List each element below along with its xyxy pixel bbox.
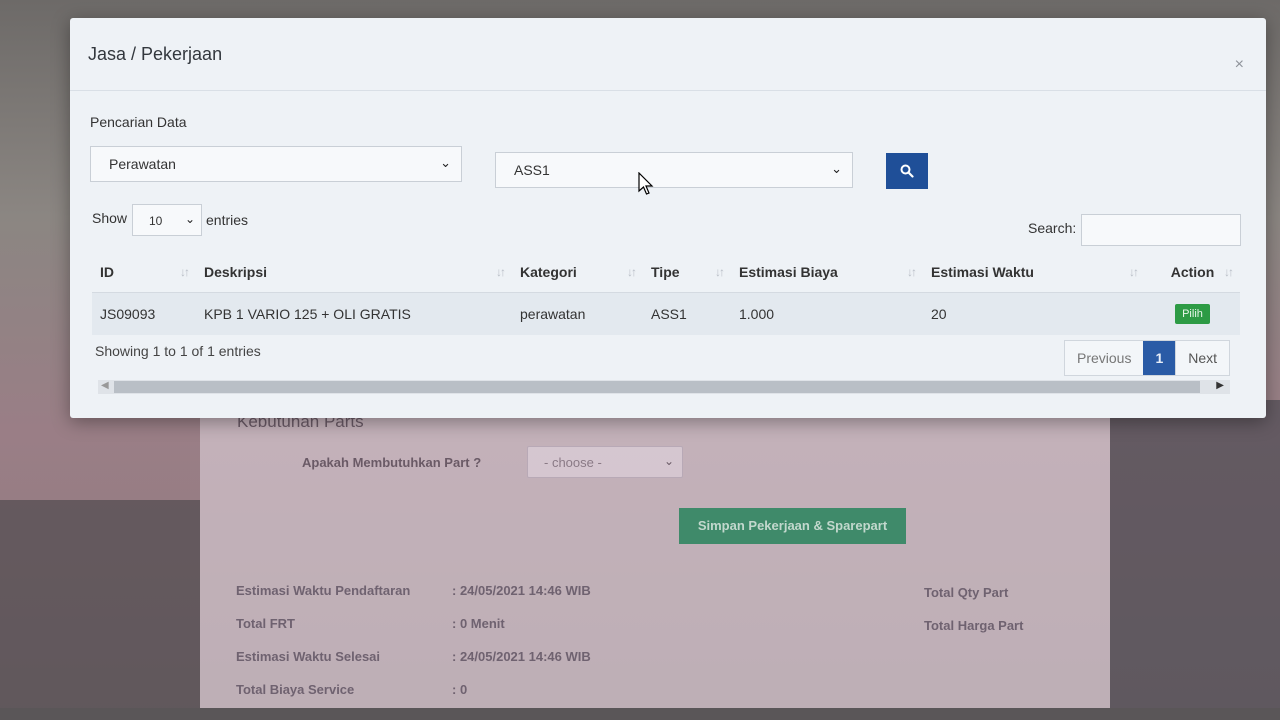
column-label: ID (100, 264, 114, 280)
total-qty-part-label: Total Qty Part (924, 585, 1009, 600)
chevron-down-icon: ⌄ (184, 212, 195, 226)
column-label: Action (1170, 264, 1215, 280)
need-part-select[interactable]: - choose - ⌄ (527, 446, 683, 478)
column-header-id[interactable]: ID ↓↑ (92, 254, 196, 293)
sort-icon: ↓↑ (496, 265, 506, 279)
column-header-deskripsi[interactable]: Deskripsi ↓↑ (196, 254, 512, 293)
sort-icon: ↓↑ (1224, 265, 1234, 279)
column-header-estimasi-waktu[interactable]: Estimasi Waktu ↓↑ (923, 254, 1145, 293)
close-icon[interactable]: × (1235, 56, 1244, 74)
search-icon (900, 164, 914, 178)
bg-shadow-left (0, 500, 200, 720)
total-harga-part-label: Total Harga Part (924, 618, 1024, 633)
table-header-row: ID ↓↑ Deskripsi ↓↑ Kategori ↓↑ Tipe ↓↑ Estim… (92, 254, 1240, 293)
column-header-estimasi-biaya[interactable]: Estimasi Biaya ↓↑ (731, 254, 923, 293)
table-row: JS09093 KPB 1 VARIO 125 + OLI GRATIS per… (92, 292, 1240, 335)
info-value: : 0 Menit (452, 616, 505, 631)
page-length-select[interactable]: 10 ⌄ (132, 204, 202, 236)
info-value: : 0 (452, 682, 468, 697)
cell-action: Pilih (1145, 292, 1240, 335)
column-label: Estimasi Waktu (931, 264, 1034, 280)
cell-estimasi-waktu: 20 (923, 292, 1145, 335)
column-label: Deskripsi (204, 264, 268, 280)
pilih-button[interactable]: Pilih (1175, 304, 1210, 324)
entries-label: entries (206, 212, 249, 228)
info-value: : 24/05/2021 14:46 WIB (452, 649, 591, 664)
scroll-left-icon[interactable]: ◀ (101, 380, 109, 391)
horizontal-scrollbar[interactable]: ◀ ▶ (98, 380, 1230, 394)
search-input[interactable] (1081, 214, 1241, 246)
taskbar (0, 708, 1280, 720)
sort-icon: ↓↑ (715, 265, 725, 279)
mouse-cursor-icon (638, 172, 654, 195)
sort-icon: ↓↑ (627, 265, 637, 279)
modal-title: Jasa / Pekerjaan (88, 44, 223, 64)
sort-icon: ↓↑ (1129, 265, 1139, 279)
column-label: Tipe (651, 264, 680, 280)
search-label: Search: (1028, 220, 1077, 236)
pagination-page-1[interactable]: 1 (1143, 341, 1176, 375)
column-label: Estimasi Biaya (739, 264, 838, 280)
pagination-previous[interactable]: Previous (1065, 341, 1143, 375)
cell-id: JS09093 (92, 292, 196, 335)
info-label: Total FRT (236, 616, 295, 631)
show-label: Show (92, 210, 128, 226)
type-select-value: ASS1 (514, 162, 550, 178)
info-label: Estimasi Waktu Selesai (236, 649, 381, 664)
filter-label: Pencarian Data (90, 114, 187, 130)
need-part-label: Apakah Membutuhkan Part ? (302, 455, 482, 470)
need-part-select-value: - choose - (544, 455, 602, 470)
info-label: Total Biaya Service (236, 682, 355, 697)
save-work-sparepart-button[interactable]: Simpan Pekerjaan & Sparepart (679, 508, 906, 544)
info-value: : 24/05/2021 14:46 WIB (452, 583, 591, 598)
column-header-action[interactable]: Action ↓↑ (1145, 254, 1240, 293)
scroll-right-icon[interactable]: ▶ (1216, 380, 1224, 391)
info-label: Estimasi Waktu Pendaftaran (236, 583, 411, 598)
cell-deskripsi: KPB 1 VARIO 125 + OLI GRATIS (196, 292, 512, 335)
column-header-kategori[interactable]: Kategori ↓↑ (512, 254, 643, 293)
sort-icon: ↓↑ (907, 265, 917, 279)
services-table: ID ↓↑ Deskripsi ↓↑ Kategori ↓↑ Tipe ↓↑ Estim… (92, 254, 1240, 335)
service-modal: Jasa / Pekerjaan × Pencarian Data Perawa… (70, 18, 1266, 418)
modal-header: Jasa / Pekerjaan × (70, 18, 1266, 91)
category-select[interactable]: Perawatan ⌄ (90, 146, 462, 182)
column-header-tipe[interactable]: Tipe ↓↑ (643, 254, 731, 293)
pagination-next[interactable]: Next (1175, 341, 1229, 375)
pagination: Previous 1 Next (1064, 340, 1231, 376)
chevron-down-icon: ⌄ (831, 161, 842, 176)
scrollbar-thumb[interactable] (114, 381, 1200, 393)
chevron-down-icon: ⌄ (663, 454, 674, 468)
page-length-value: 10 (149, 214, 163, 228)
cell-estimasi-biaya: 1.000 (731, 292, 923, 335)
chevron-down-icon: ⌄ (440, 155, 451, 170)
cell-tipe: ASS1 (643, 292, 731, 335)
table-info: Showing 1 to 1 of 1 entries (95, 343, 261, 359)
sort-icon: ↓↑ (180, 265, 190, 279)
category-select-value: Perawatan (109, 156, 176, 172)
search-button[interactable] (886, 153, 928, 189)
bg-shadow-right (1110, 400, 1280, 720)
cell-kategori: perawatan (512, 292, 643, 335)
type-select[interactable]: ASS1 ⌄ (495, 152, 853, 188)
column-label: Kategori (520, 264, 577, 280)
